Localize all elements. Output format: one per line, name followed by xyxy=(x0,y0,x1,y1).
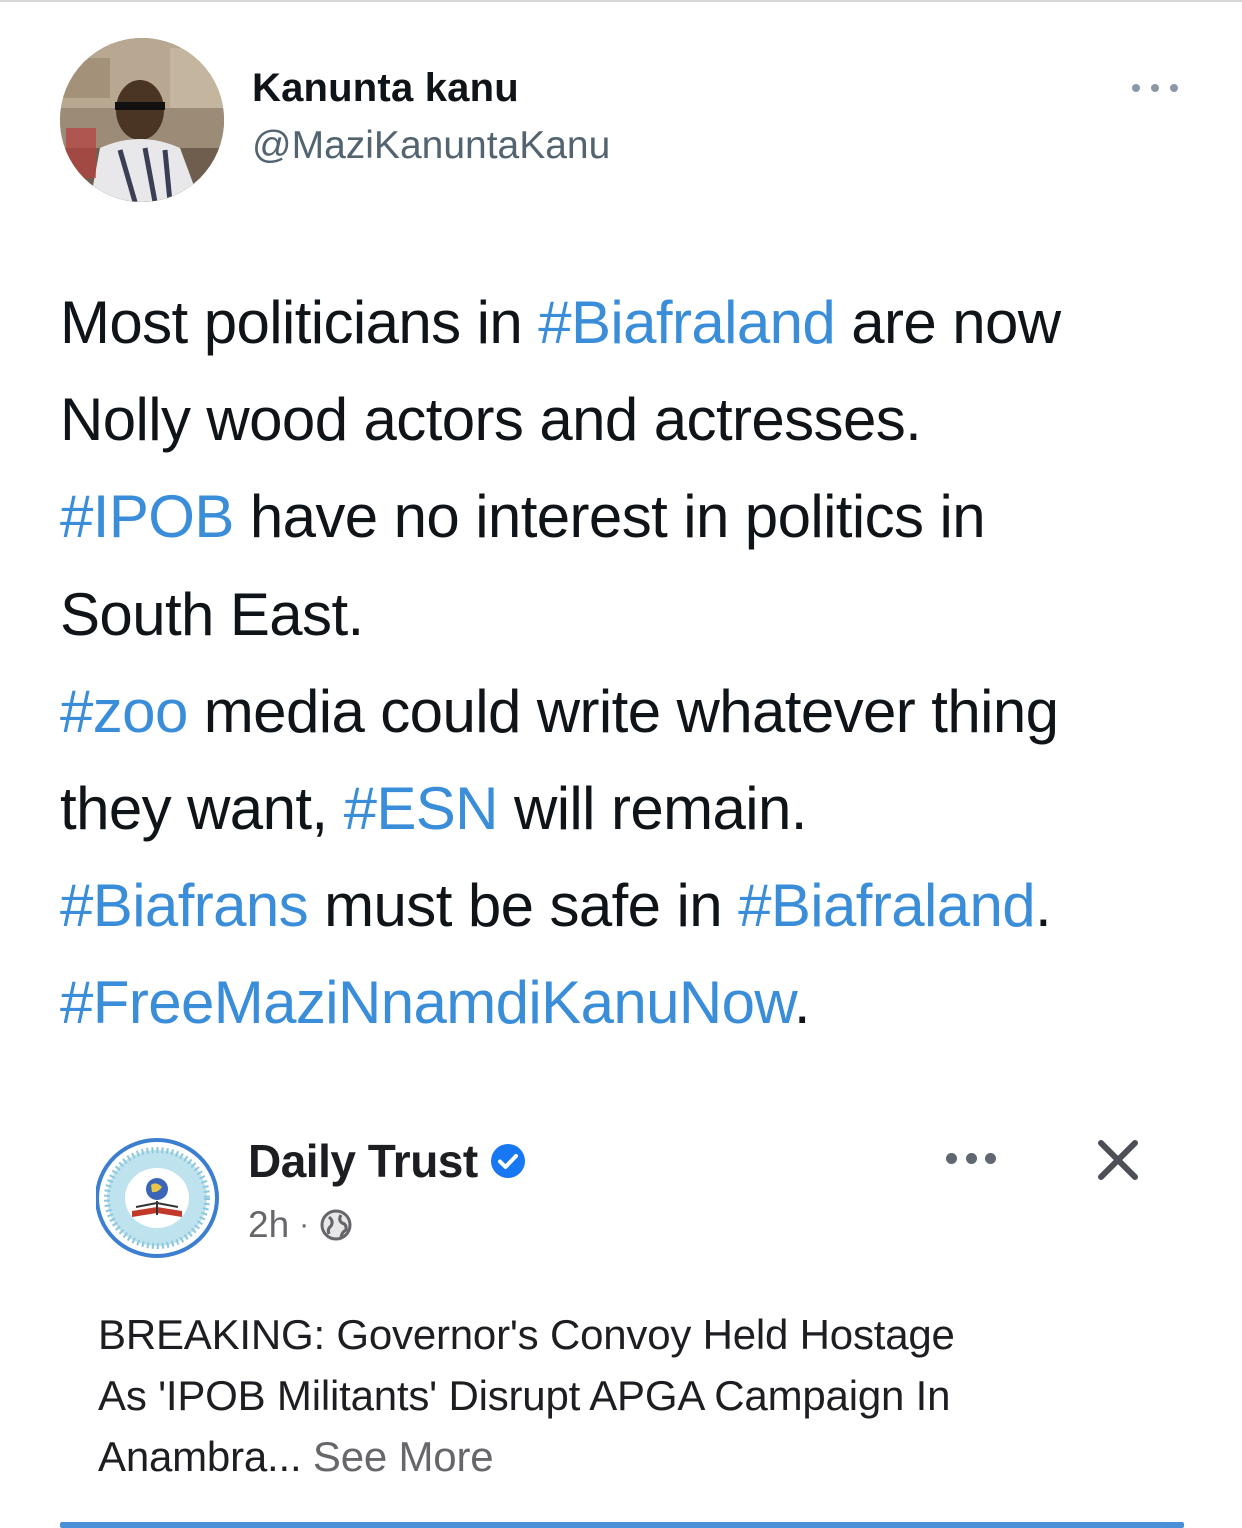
tweet-text-segment: South East. xyxy=(60,580,364,648)
globe-icon xyxy=(320,1209,352,1241)
see-more-link[interactable]: See More xyxy=(313,1433,494,1480)
tweet-text-segment: Nolly wood actors and actresses. xyxy=(60,386,922,454)
avatar-photo xyxy=(60,38,224,202)
author-name[interactable]: Kanunta kanu xyxy=(252,66,519,111)
tweet-text-line: #IPOB have no interest in politics in xyxy=(60,468,1210,565)
close-icon[interactable] xyxy=(1093,1135,1143,1185)
post-page-name[interactable]: Daily Trust xyxy=(248,1134,526,1188)
post-meta: 2h · xyxy=(248,1204,353,1246)
hashtag-link[interactable]: #Biafrans xyxy=(60,872,309,939)
verified-badge-icon xyxy=(490,1144,525,1178)
tweet-text-segment: are now xyxy=(835,289,1061,356)
hashtag-link[interactable]: #Biafraland xyxy=(738,872,1036,939)
page-name-label: Daily Trust xyxy=(248,1135,478,1187)
hashtag-link[interactable]: #ESN xyxy=(344,775,499,842)
post-bottom-bar xyxy=(60,1522,1184,1528)
post-time[interactable]: 2h xyxy=(248,1204,289,1246)
post-text-line: As 'IPOB Militants' Disrupt APGA Campaig… xyxy=(98,1372,951,1419)
tweet-text-segment: must be safe in xyxy=(308,872,739,940)
tweet-text-segment: . xyxy=(793,969,811,1037)
tweet-text: Most politicians in #Biafraland are now N… xyxy=(60,274,1210,1052)
tweet-text-segment: media could write whatever thing xyxy=(187,677,1059,745)
post-text-line: Anambra... See More xyxy=(98,1426,1178,1487)
tweet-text-line: South East. xyxy=(60,566,1210,663)
post-text-line: BREAKING: Governor's Convoy Held Hostage xyxy=(98,1311,955,1358)
tweet-text-segment: they want, xyxy=(60,775,344,843)
hashtag-link[interactable]: #IPOB xyxy=(60,483,234,550)
hashtag-link[interactable]: #Biafraland xyxy=(538,289,836,356)
top-divider xyxy=(0,0,1242,2)
post-text: BREAKING: Governor's Convoy Held Hostage… xyxy=(98,1304,1178,1487)
daily-trust-logo xyxy=(95,1137,226,1259)
meta-separator: · xyxy=(299,1208,310,1241)
hashtag-link[interactable]: #zoo xyxy=(60,678,188,745)
tweet-text-line: Nolly wood actors and actresses. xyxy=(60,371,1210,468)
ellipsis-icon[interactable] xyxy=(1132,80,1178,96)
tweet-text-line: they want, #ESN will remain. xyxy=(60,760,1210,857)
hashtag-link[interactable]: #FreeMaziNnamdiKanuNow xyxy=(60,969,794,1036)
tweet-text-line: #zoo media could write whatever thing xyxy=(60,663,1210,760)
author-handle[interactable]: @MaziKanuntaKanu xyxy=(252,124,610,168)
tweet-text-line: #Biafrans must be safe in #Biafraland. xyxy=(60,857,1210,954)
tweet-text-segment: . xyxy=(1035,872,1052,940)
author-avatar[interactable] xyxy=(60,38,224,202)
ellipsis-icon[interactable] xyxy=(946,1150,996,1166)
tweet-text-line: #FreeMaziNnamdiKanuNow. xyxy=(60,954,1210,1051)
tweet-text-segment: have no interest in politics in xyxy=(233,483,986,551)
tweet-text-line: Most politicians in #Biafraland are now xyxy=(60,274,1210,371)
post-text-line-end: Anambra... xyxy=(98,1433,302,1480)
tweet-text-segment: Most politicians in xyxy=(60,289,539,356)
tweet-text-segment: will remain. xyxy=(497,775,807,843)
